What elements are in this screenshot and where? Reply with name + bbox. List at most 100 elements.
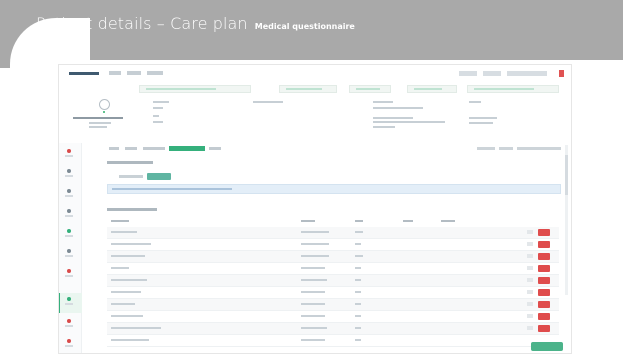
delete-button[interactable] (538, 229, 550, 236)
delete-button[interactable] (538, 289, 550, 296)
section-title-list (107, 208, 157, 211)
row-tag (527, 290, 533, 294)
tab-action-2[interactable] (499, 147, 513, 150)
delete-button[interactable] (538, 265, 550, 272)
sidebar-item-2[interactable] (65, 169, 73, 179)
slide-title-bar: Patient details – Care plan Medical ques… (36, 14, 355, 33)
step-3[interactable] (349, 85, 391, 93)
sidebar-item-9[interactable] (65, 319, 73, 329)
app-top-nav (59, 65, 571, 81)
info-value (373, 107, 423, 109)
table-row[interactable] (107, 227, 559, 239)
row-tag (527, 266, 533, 270)
embedded-app-screenshot (58, 64, 572, 354)
delete-button[interactable] (538, 253, 550, 260)
patient-id (89, 122, 111, 124)
sidebar-item-1[interactable] (65, 149, 73, 159)
slide-header (0, 0, 623, 348)
patient-name (73, 117, 123, 119)
tab-action-1[interactable] (477, 147, 495, 150)
step-4[interactable] (407, 85, 457, 93)
row-tag (527, 230, 533, 234)
app-sidebar (59, 143, 82, 353)
slide-title: Patient details – Care plan (36, 14, 248, 33)
patient-summary (69, 97, 569, 137)
sidebar-item-10[interactable] (65, 339, 73, 349)
info-value (469, 117, 497, 119)
care-plan-steps (99, 85, 559, 93)
patient-status-indicator (103, 111, 105, 113)
row-tag (527, 278, 533, 282)
nav-link-2[interactable] (127, 71, 141, 75)
table-row[interactable] (107, 311, 559, 323)
table-header-cell (441, 220, 455, 222)
table-row[interactable] (107, 287, 559, 299)
tab-active[interactable] (169, 146, 205, 151)
info-label (253, 101, 283, 103)
table-row[interactable] (107, 263, 559, 275)
delete-button[interactable] (538, 313, 550, 320)
delete-button[interactable] (538, 325, 550, 332)
info-value (153, 107, 163, 109)
nav-notification-badge[interactable] (559, 70, 564, 77)
nav-right-item-3[interactable] (507, 71, 547, 76)
table-row[interactable] (107, 239, 559, 251)
nav-right-item-2[interactable] (483, 71, 501, 76)
info-banner (107, 184, 561, 194)
table-header-cell (355, 220, 363, 222)
info-label (469, 101, 481, 103)
slide-subtitle: Medical questionnaire (254, 22, 355, 31)
info-value (153, 115, 159, 117)
delete-button[interactable] (538, 241, 550, 248)
sidebar-item-7[interactable] (65, 269, 73, 279)
floating-action-button[interactable] (531, 342, 563, 351)
nav-link-1[interactable] (109, 71, 121, 75)
table-header-cell (111, 220, 129, 222)
nav-link-3[interactable] (147, 71, 163, 75)
info-label (153, 101, 169, 103)
info-value (373, 126, 395, 128)
questionnaire-action-button[interactable] (147, 173, 171, 180)
tab-3[interactable] (143, 147, 165, 150)
sidebar-item-4[interactable] (65, 209, 73, 219)
table-row[interactable] (107, 251, 559, 263)
info-value (153, 121, 163, 123)
section-title-questionnaire (107, 161, 153, 164)
info-value (373, 117, 413, 119)
nav-right-item-1[interactable] (459, 71, 477, 76)
info-value (469, 122, 493, 124)
tab-1[interactable] (109, 147, 119, 150)
table-row[interactable] (107, 299, 559, 311)
table-header (107, 217, 559, 225)
step-1[interactable] (139, 85, 251, 93)
step-2[interactable] (279, 85, 337, 93)
table-row[interactable] (107, 335, 559, 347)
action-label (119, 175, 143, 178)
tab-action-3[interactable] (517, 147, 561, 150)
row-tag (527, 302, 533, 306)
patient-avatar (99, 99, 110, 110)
table-header-cell (403, 220, 413, 222)
row-tag (527, 242, 533, 246)
info-label (373, 101, 393, 103)
delete-button[interactable] (538, 301, 550, 308)
sidebar-item-6[interactable] (65, 249, 73, 259)
patient-dob (89, 126, 107, 128)
app-logo (69, 72, 99, 75)
sidebar-item-8[interactable] (65, 297, 73, 307)
tab-5[interactable] (209, 147, 221, 150)
info-value (373, 121, 445, 123)
row-tag (527, 254, 533, 258)
step-5[interactable] (467, 85, 559, 93)
table-header-cell (301, 220, 315, 222)
delete-button[interactable] (538, 277, 550, 284)
row-tag (527, 326, 533, 330)
sidebar-item-3[interactable] (65, 189, 73, 199)
scrollbar[interactable] (565, 145, 568, 295)
table-row[interactable] (107, 275, 559, 287)
tab-2[interactable] (125, 147, 137, 150)
content-tabs (85, 145, 565, 155)
sidebar-item-5[interactable] (65, 229, 73, 239)
table-row[interactable] (107, 323, 559, 335)
row-tag (527, 314, 533, 318)
